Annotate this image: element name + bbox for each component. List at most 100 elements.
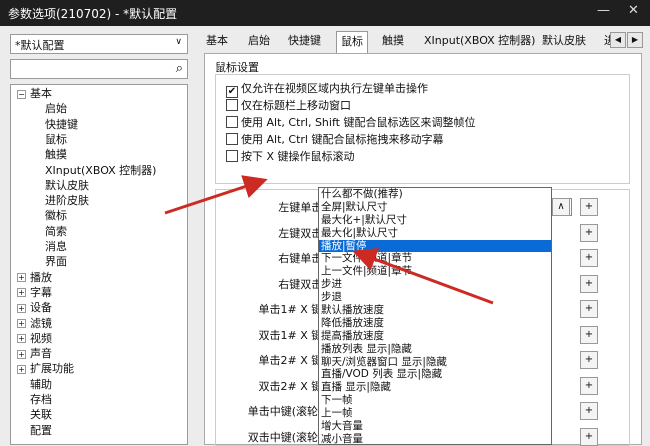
- dropdown-option[interactable]: 上一文件|频道|章节: [319, 265, 551, 278]
- tree-item[interactable]: XInput(XBOX 控制器): [45, 163, 156, 178]
- dropdown-option[interactable]: 默认播放速度: [319, 304, 551, 317]
- tree-item[interactable]: 界面: [45, 254, 67, 269]
- dropdown-option[interactable]: 提高播放速度: [319, 330, 551, 343]
- checkbox[interactable]: [226, 116, 238, 128]
- add-action-button[interactable]: +: [580, 427, 598, 446]
- close-icon[interactable]: ✕: [628, 3, 639, 18]
- expand-icon[interactable]: +: [17, 334, 26, 344]
- dropdown-option[interactable]: 什么都不做(推荐): [319, 188, 551, 201]
- checkbox[interactable]: [226, 99, 238, 111]
- checked-checkbox[interactable]: ✔: [226, 86, 238, 98]
- tab-6[interactable]: 默认皮肤: [538, 31, 590, 51]
- add-action-button[interactable]: +: [580, 223, 598, 242]
- dropdown-option[interactable]: 增大音量: [319, 420, 551, 433]
- add-action-button[interactable]: +: [580, 376, 598, 395]
- tree-item[interactable]: 鼠标: [45, 132, 67, 147]
- checkbox-label: 仅在标题栏上移动窗口: [241, 99, 351, 112]
- dropdown-option[interactable]: 下一文件|频道|章节: [319, 252, 551, 265]
- tree-item-label: 滤镜: [30, 316, 52, 330]
- tree-item[interactable]: − 基本: [17, 86, 52, 101]
- action-label: 双击2# X 键:: [258, 379, 326, 393]
- expand-icon[interactable]: +: [17, 349, 26, 359]
- checkbox[interactable]: [226, 150, 238, 162]
- tab-5[interactable]: XInput(XBOX 控制器): [420, 31, 539, 51]
- dropdown-option[interactable]: 播放列表 显示|隐藏: [319, 343, 551, 356]
- add-action-button[interactable]: +: [580, 249, 598, 267]
- dropdown-option[interactable]: 步进: [319, 278, 551, 291]
- dropdown-option[interactable]: 直播 显示|隐藏: [319, 381, 551, 394]
- add-action-button[interactable]: +: [580, 351, 598, 369]
- dropdown-option[interactable]: 降低播放速度: [319, 317, 551, 330]
- dropdown-option[interactable]: 直播/VOD 列表 显示|隐藏: [319, 368, 551, 381]
- tree-item[interactable]: 默认皮肤: [45, 178, 89, 193]
- tree-item[interactable]: 徽标: [45, 208, 67, 223]
- expand-icon[interactable]: +: [17, 319, 26, 328]
- tree-item[interactable]: 触摸: [45, 147, 67, 162]
- expand-icon[interactable]: [17, 411, 26, 420]
- tree-item[interactable]: 快捷键: [45, 117, 78, 132]
- action-dropdown-list[interactable]: 什么都不做(推荐) 全屏|默认尺寸 最大化+|默认尺寸 最大化|默认尺寸 播放|暂停 下一…: [318, 187, 552, 445]
- dropdown-option[interactable]: 下一帧: [319, 394, 551, 407]
- checkbox-row[interactable]: 仅在标题栏上移动窗口: [226, 98, 351, 113]
- dropdown-option[interactable]: 上一帧: [319, 407, 551, 420]
- tree-item[interactable]: 简索: [45, 224, 67, 239]
- tree-item[interactable]: 关联: [17, 407, 52, 422]
- tree-item[interactable]: 进阶皮肤: [45, 193, 89, 208]
- checkbox-row[interactable]: ✔ 仅允许在视频区域内执行左键单击操作: [226, 81, 428, 98]
- expand-icon[interactable]: +: [17, 288, 26, 298]
- search-icon[interactable]: ⌕: [176, 61, 183, 76]
- dropdown-option[interactable]: 全屏|默认尺寸: [319, 201, 551, 214]
- expand-icon[interactable]: [17, 426, 26, 435]
- window-title: 参数选项(210702) - *默认配置: [8, 7, 178, 21]
- tree-item[interactable]: + 视频: [17, 331, 52, 346]
- tab-next-icon[interactable]: ▶: [627, 32, 643, 48]
- add-action-button[interactable]: +: [580, 402, 598, 420]
- add-action-button[interactable]: +: [580, 325, 598, 344]
- tree-item-label: 徽标: [45, 209, 67, 223]
- tree-item[interactable]: + 扩展功能: [17, 361, 74, 376]
- add-action-button[interactable]: +: [580, 300, 598, 318]
- tab-strip: 基本启始快捷键鼠标触摸XInput(XBOX 控制器)默认皮肤进: [196, 31, 650, 53]
- tree-item-label: 快捷键: [45, 117, 78, 131]
- checkbox-row[interactable]: 使用 Alt, Ctrl, Shift 键配合鼠标选区来调整帧位: [226, 115, 475, 130]
- tree-item[interactable]: + 滤镜: [17, 316, 52, 331]
- tree-item[interactable]: + 字幕: [17, 285, 52, 300]
- checkbox[interactable]: [226, 133, 238, 145]
- dropdown-option[interactable]: 最大化|默认尺寸: [319, 227, 551, 240]
- tree-item[interactable]: 配置: [17, 423, 52, 438]
- add-action-button[interactable]: +: [580, 274, 598, 293]
- tree-item[interactable]: 启始: [45, 101, 67, 116]
- tab-3[interactable]: 鼠标: [336, 31, 368, 53]
- collapse-dropdown-button[interactable]: ∧: [552, 198, 570, 216]
- tree-item-label: 简索: [45, 224, 67, 238]
- tab-4[interactable]: 触摸: [378, 31, 408, 51]
- tree-item[interactable]: 消息: [45, 239, 67, 254]
- dropdown-option[interactable]: 减小音量: [319, 433, 551, 444]
- checkbox-label: 使用 Alt, Ctrl 键配合鼠标拖拽来移动字幕: [241, 133, 444, 146]
- tree-item[interactable]: + 声音: [17, 346, 52, 361]
- dropdown-option[interactable]: 步退: [319, 291, 551, 304]
- add-action-button[interactable]: +: [580, 198, 598, 216]
- checkbox-row[interactable]: 按下 X 键操作鼠标滚动: [226, 149, 355, 164]
- tree-item[interactable]: + 播放: [17, 270, 52, 285]
- expand-icon[interactable]: [17, 396, 26, 405]
- tab-0[interactable]: 基本: [202, 31, 232, 51]
- tab-prev-icon[interactable]: ◀: [610, 32, 626, 48]
- expand-icon[interactable]: +: [17, 273, 26, 283]
- dropdown-option[interactable]: 聊天/浏览器窗口 显示|隐藏: [319, 356, 551, 369]
- collapse-icon[interactable]: −: [17, 89, 26, 99]
- tree-item[interactable]: + 设备: [17, 300, 52, 315]
- tab-1[interactable]: 启始: [244, 31, 274, 51]
- search-input[interactable]: ⌕: [10, 59, 188, 79]
- tree-item[interactable]: 辅助: [17, 377, 52, 392]
- expand-icon[interactable]: [17, 380, 26, 389]
- tree-item[interactable]: 存档: [17, 392, 52, 407]
- expand-icon[interactable]: +: [17, 303, 26, 313]
- dropdown-option[interactable]: 播放|暂停: [319, 239, 551, 253]
- tab-2[interactable]: 快捷键: [284, 31, 325, 51]
- checkbox-row[interactable]: 使用 Alt, Ctrl 键配合鼠标拖拽来移动字幕: [226, 132, 443, 147]
- preset-select[interactable]: *默认配置 ∨: [10, 34, 188, 54]
- minimize-icon[interactable]: —: [597, 3, 610, 18]
- expand-icon[interactable]: +: [17, 364, 26, 374]
- dropdown-option[interactable]: 最大化+|默认尺寸: [319, 214, 551, 227]
